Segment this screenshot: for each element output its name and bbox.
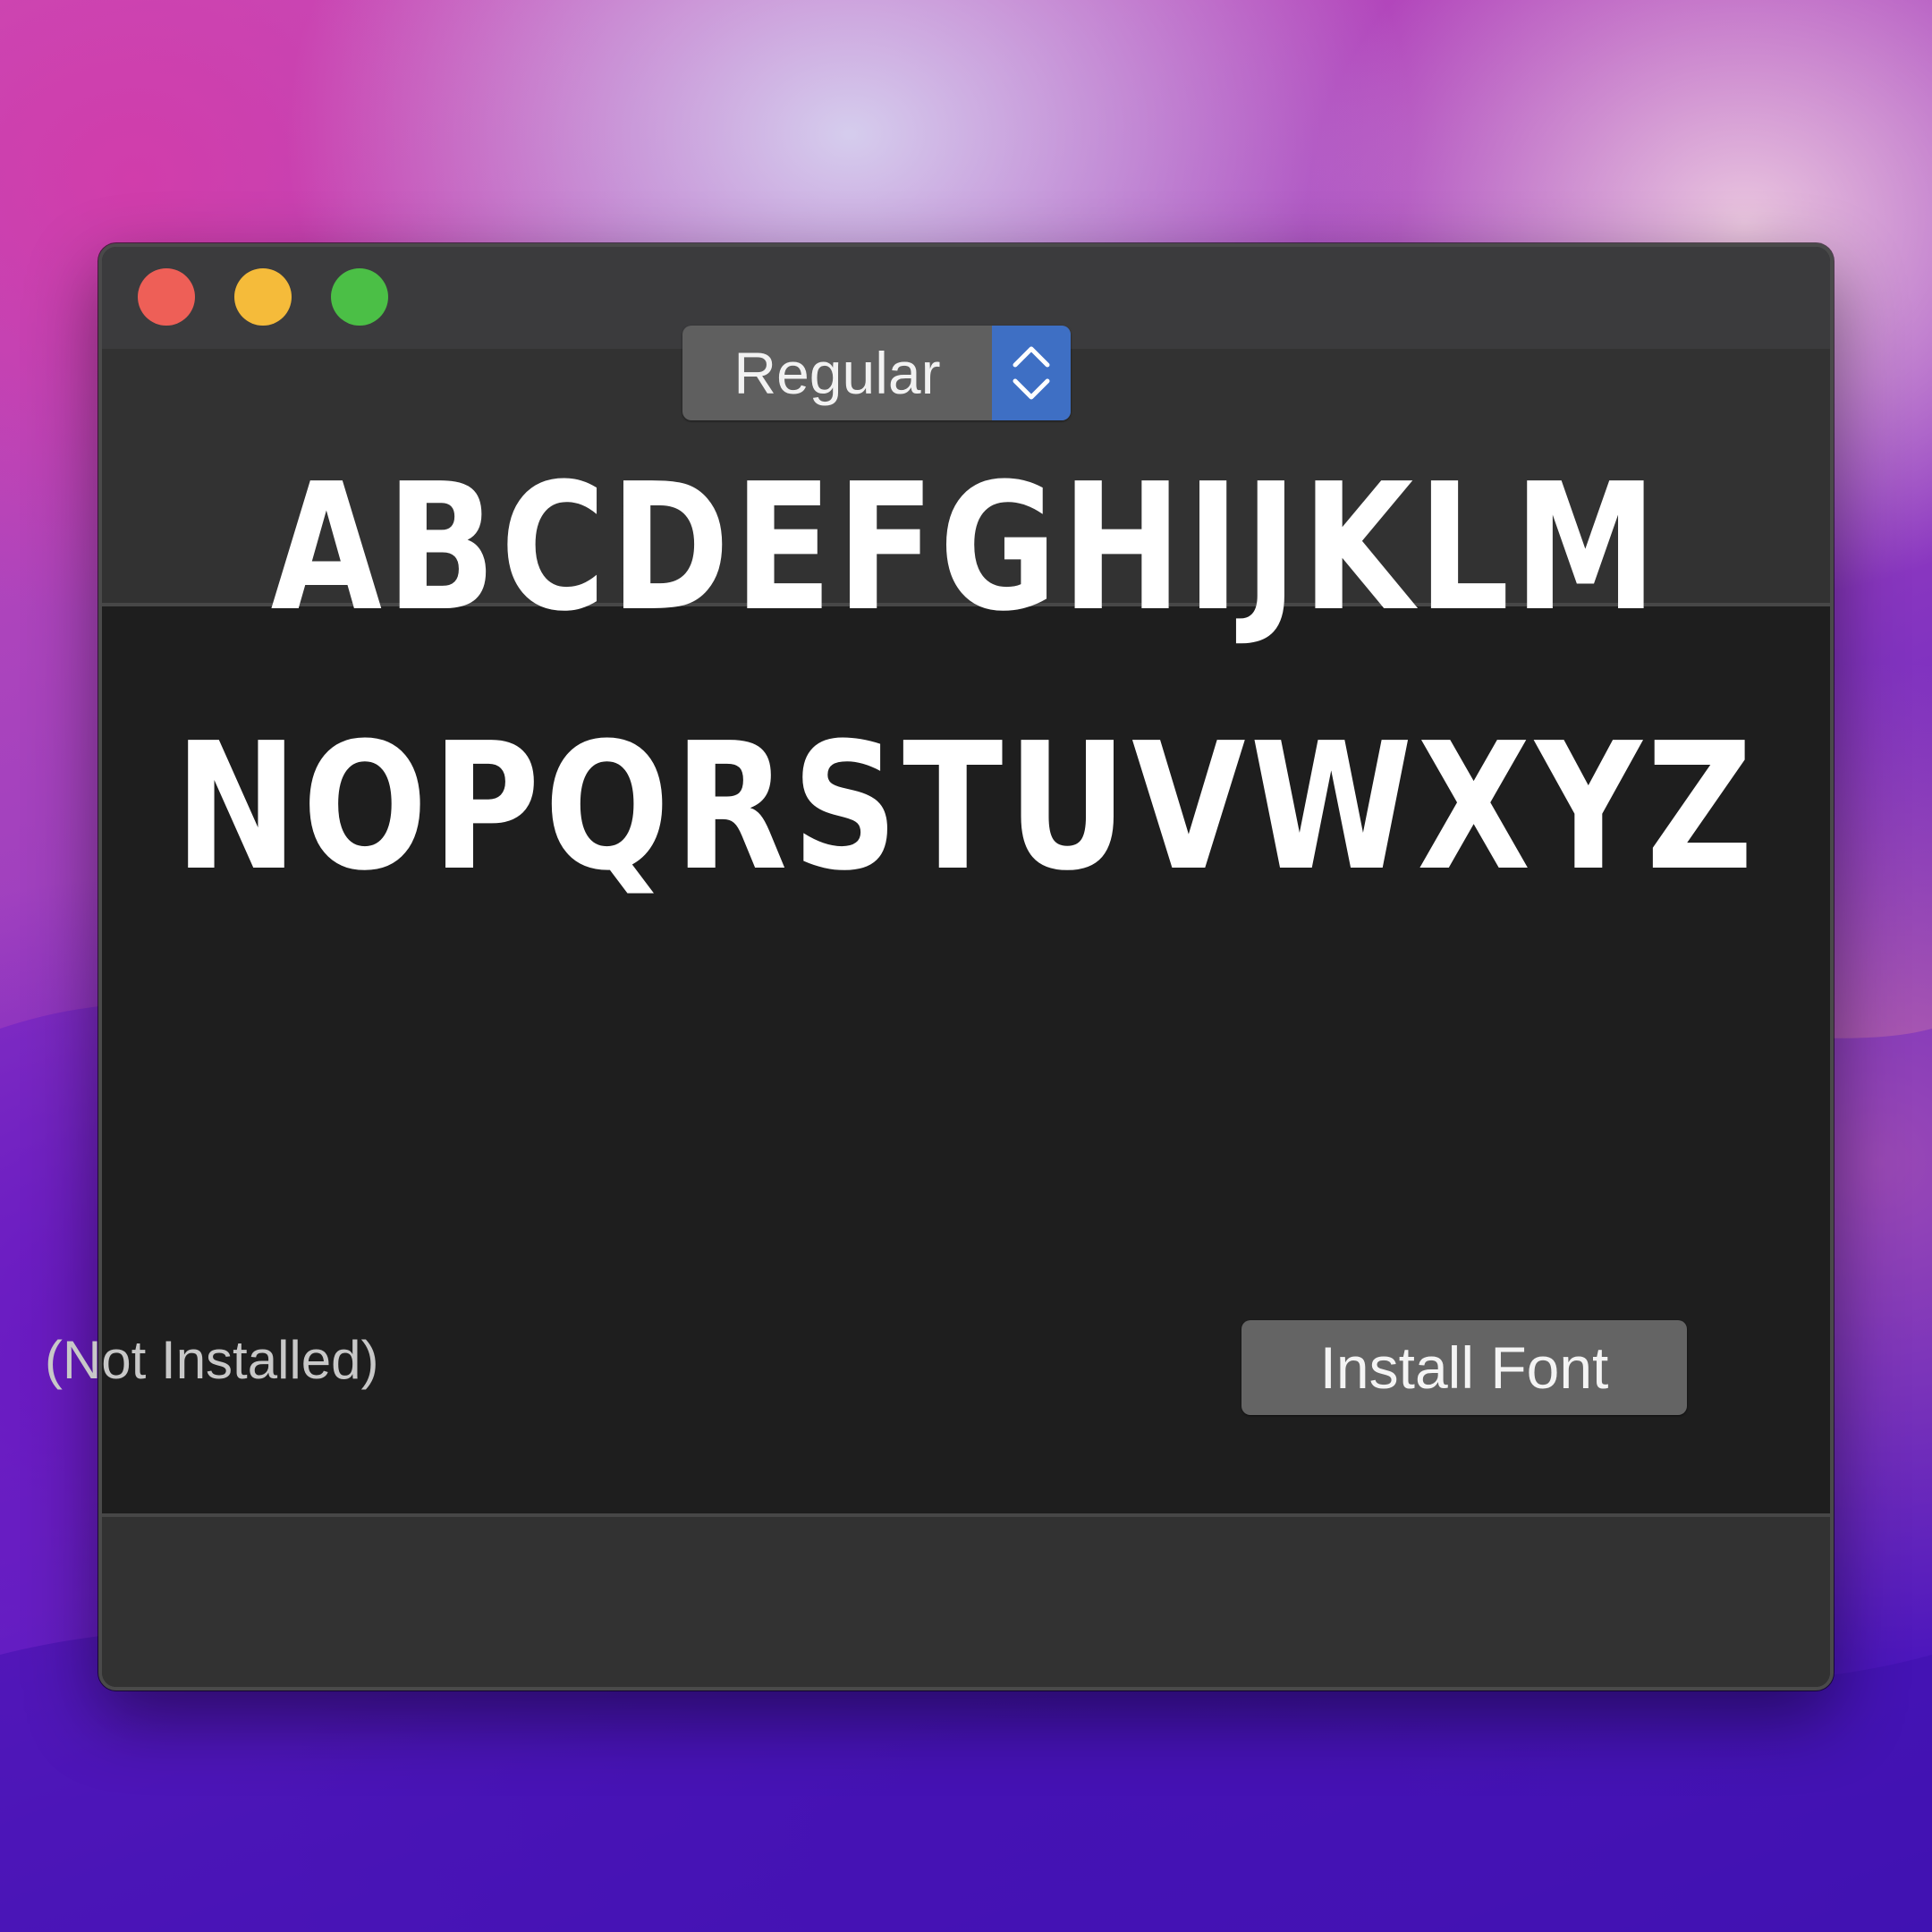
preview-text-line-2: NOPQRSTUVWXYZ: [174, 706, 1758, 910]
preview-text-line-1: ABCDEFGHIJKLM: [270, 446, 1662, 650]
zoom-button[interactable]: [331, 268, 388, 326]
minimize-button[interactable]: [234, 268, 292, 326]
chevron-up-down-icon[interactable]: [992, 326, 1071, 420]
font-style-value: Regular: [733, 340, 941, 406]
close-button[interactable]: [138, 268, 195, 326]
install-font-button[interactable]: Install Font: [1241, 1320, 1687, 1415]
footer-bar: [102, 1517, 1830, 1687]
font-style-select[interactable]: Regular: [682, 326, 1071, 420]
install-status-label: (Not Installed): [45, 1330, 379, 1390]
